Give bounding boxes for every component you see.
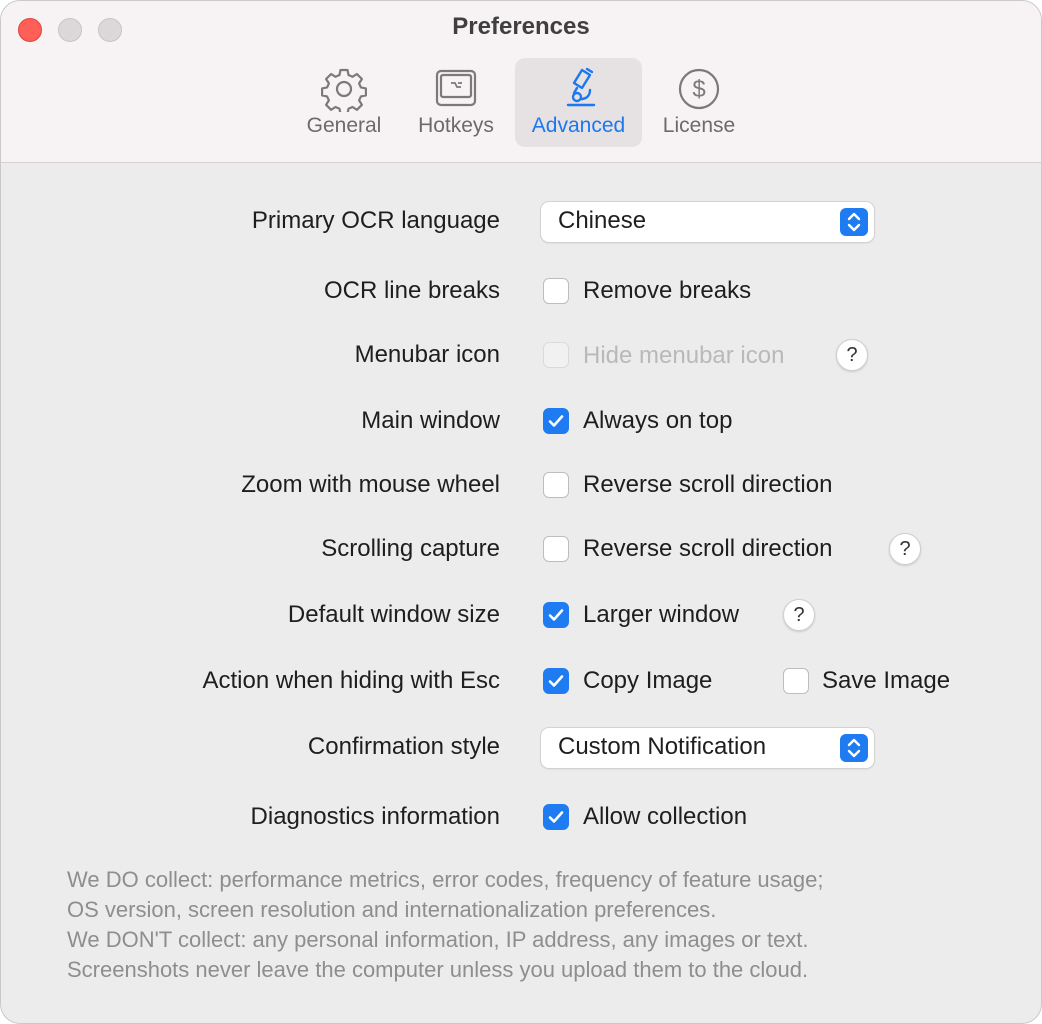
tab-license[interactable]: $ License: [639, 58, 759, 147]
copy-image-checkbox[interactable]: [543, 668, 569, 694]
tab-advanced[interactable]: Advanced: [515, 58, 642, 147]
save-image-checkbox[interactable]: [783, 668, 809, 694]
main-window-label: Main window: [361, 407, 500, 434]
ocr-language-value: Chinese: [558, 207, 647, 234]
diagnostics-info-text: We DO collect: performance metrics, erro…: [67, 865, 997, 985]
tab-label: License: [662, 114, 736, 137]
checkmark-icon: [548, 811, 564, 823]
tab-label: Advanced: [531, 114, 626, 137]
window-size-help-button[interactable]: ?: [783, 599, 815, 631]
remove-breaks-label: Remove breaks: [583, 277, 752, 304]
line-breaks-label: OCR line breaks: [323, 277, 500, 304]
esc-action-label: Action when hiding with Esc: [202, 667, 501, 694]
microscope-icon: [566, 67, 595, 107]
tab-label: Hotkeys: [418, 114, 494, 137]
checkmark-icon: [548, 609, 564, 621]
dollar-circle-icon: $: [678, 68, 720, 110]
allow-collection-label: Allow collection: [583, 803, 748, 830]
menubar-icon-label: Menubar icon: [354, 341, 500, 368]
gear-icon: [321, 68, 367, 112]
capture-reverse-scroll-label: Reverse scroll direction: [583, 535, 833, 562]
info-line: We DON'T collect: any personal informati…: [67, 927, 809, 952]
capture-reverse-scroll-checkbox[interactable]: [543, 536, 569, 562]
info-line: We DO collect: performance metrics, erro…: [67, 867, 824, 892]
info-line: Screenshots never leave the computer unl…: [67, 957, 809, 982]
menubar-help-button[interactable]: ?: [836, 339, 868, 371]
scrolling-capture-help-button[interactable]: ?: [889, 533, 921, 565]
tab-label: General: [306, 114, 382, 137]
remove-breaks-checkbox[interactable]: [543, 278, 569, 304]
toolbar: Preferences General Hotkeys Advanced $ L…: [1, 1, 1041, 163]
allow-collection-checkbox[interactable]: [543, 804, 569, 830]
tab-hotkeys[interactable]: Hotkeys: [396, 58, 516, 147]
confirmation-style-label: Confirmation style: [307, 733, 500, 760]
keyboard-icon: [435, 69, 477, 107]
larger-window-checkbox[interactable]: [543, 602, 569, 628]
hide-menubar-icon-label: Hide menubar icon: [583, 342, 785, 369]
preferences-window: Preferences General Hotkeys Advanced $ L…: [0, 0, 1042, 1024]
always-on-top-label: Always on top: [583, 407, 733, 434]
ocr-language-label: Primary OCR language: [251, 207, 500, 234]
zoom-label: Zoom with mouse wheel: [241, 471, 500, 498]
ocr-language-select[interactable]: Chinese: [541, 202, 874, 242]
updown-chevron-icon: [840, 734, 868, 762]
info-line: OS version, screen resolution and intern…: [67, 897, 717, 922]
tab-general[interactable]: General: [284, 58, 404, 147]
checkmark-icon: [548, 415, 564, 427]
window-title: Preferences: [452, 13, 590, 40]
zoom-reverse-scroll-checkbox[interactable]: [543, 472, 569, 498]
checkmark-icon: [548, 675, 564, 687]
always-on-top-checkbox[interactable]: [543, 408, 569, 434]
updown-chevron-icon: [840, 208, 868, 236]
svg-text:$: $: [692, 76, 705, 103]
confirmation-style-select[interactable]: Custom Notification: [541, 728, 874, 768]
window-size-label: Default window size: [287, 601, 500, 628]
diagnostics-label: Diagnostics information: [250, 803, 500, 830]
save-image-label: Save Image: [822, 667, 951, 694]
zoom-reverse-scroll-label: Reverse scroll direction: [583, 471, 833, 498]
confirmation-style-value: Custom Notification: [558, 733, 767, 760]
scrolling-capture-label: Scrolling capture: [321, 535, 500, 562]
hide-menubar-icon-checkbox: [543, 342, 569, 368]
larger-window-label: Larger window: [583, 601, 740, 628]
copy-image-label: Copy Image: [583, 667, 713, 694]
